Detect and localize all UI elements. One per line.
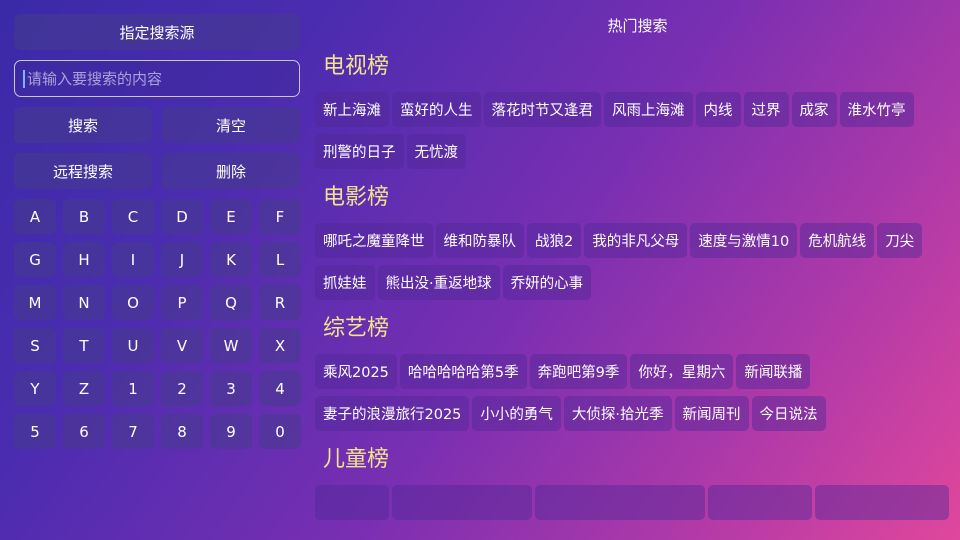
key-w[interactable]: W — [210, 328, 252, 363]
hot-search-tag[interactable]: 我的非凡父母 — [584, 223, 688, 258]
hot-search-panel: 热门搜索 电视榜新上海滩 蛮好的人生 落花时节又逢君 风雨上海滩 内线 过界 成家 淮水竹亭刑… — [315, 14, 960, 520]
hot-search-tag[interactable]: 新闻联播 — [736, 354, 811, 389]
specify-source-button[interactable]: 指定搜索源 — [14, 14, 300, 50]
hot-search-tag[interactable]: 乘风2025 — [315, 354, 397, 389]
section-title: 儿童榜 — [323, 447, 390, 472]
key-z[interactable]: Z — [63, 371, 105, 406]
section-title: 电视榜 — [323, 54, 390, 79]
hot-search-tag[interactable]: 乔妍的心事 — [502, 265, 592, 300]
hot-search-tag[interactable] — [392, 485, 532, 520]
search-input[interactable] — [27, 69, 287, 88]
key-b[interactable]: B — [63, 199, 105, 234]
remote-search-button[interactable]: 远程搜索 — [14, 153, 152, 189]
key-7[interactable]: 7 — [112, 414, 154, 449]
hot-search-tag[interactable]: 妻子的浪漫旅行2025 — [315, 396, 470, 431]
key-e[interactable]: E — [210, 199, 252, 234]
key-f[interactable]: F — [259, 199, 301, 234]
hot-search-tag[interactable]: 无忧渡 — [406, 134, 466, 169]
ranking-section: 电视榜新上海滩 蛮好的人生 落花时节又逢君 风雨上海滩 内线 过界 成家 淮水竹亭刑警的日子无… — [315, 52, 960, 169]
hot-search-tag[interactable]: 刑警的日子 — [315, 134, 404, 169]
key-g[interactable]: G — [14, 242, 56, 277]
hot-search-tag[interactable]: 蛮好的人生 — [392, 92, 481, 127]
key-5[interactable]: 5 — [14, 414, 56, 449]
key-0[interactable]: 0 — [259, 414, 301, 449]
keyboard-grid: ABCDEF GHIJKL MNOPQR STUVWX YZ1234 567890 — [14, 199, 301, 449]
hot-search-tag[interactable] — [708, 485, 812, 520]
key-k[interactable]: K — [210, 242, 252, 277]
hot-search-tag[interactable]: 内线 — [695, 92, 741, 127]
key-m[interactable]: M — [14, 285, 56, 320]
clear-button[interactable]: 清空 — [162, 107, 300, 143]
tag-list: 乘风2025 哈哈哈哈哈第5季 奔跑吧第9季 你好，星期六 新闻联播妻子的浪漫旅行202… — [315, 354, 955, 431]
hot-search-tag[interactable]: 速度与激情10 — [690, 223, 798, 258]
tag-list: 哪吒之魔童降世 维和防暴队 战狼2 我的非凡父母 速度与激情10 危机航线 刀尖抓娃娃 熊出没… — [315, 223, 955, 300]
hot-search-tag[interactable]: 过界 — [743, 92, 789, 127]
search-field[interactable] — [14, 60, 300, 97]
hot-search-tag[interactable]: 奔跑吧第9季 — [529, 354, 628, 389]
key-x[interactable]: X — [259, 328, 301, 363]
key-l[interactable]: L — [259, 242, 301, 277]
key-v[interactable]: V — [161, 328, 203, 363]
key-t[interactable]: T — [63, 328, 105, 363]
left-panel: 指定搜索源 搜索 清空 远程搜索 删除 ABCDEF GHIJKL MNOPQR ST… — [14, 14, 301, 449]
search-button[interactable]: 搜索 — [14, 107, 152, 143]
hot-search-tag[interactable]: 哈哈哈哈哈第5季 — [399, 354, 527, 389]
ranking-section: 综艺榜乘风2025 哈哈哈哈哈第5季 奔跑吧第9季 你好，星期六 新闻联播妻子的浪漫旅行… — [315, 314, 960, 431]
hot-search-tag[interactable] — [815, 485, 949, 520]
ranking-section: 电影榜哪吒之魔童降世 维和防暴队 战狼2 我的非凡父母 速度与激情10 危机航线 刀尖抓娃娃… — [315, 183, 960, 300]
hot-search-tag[interactable]: 你好，星期六 — [630, 354, 734, 389]
tag-list: 新上海滩 蛮好的人生 落花时节又逢君 风雨上海滩 内线 过界 成家 淮水竹亭刑警的日子 无忧渡 — [315, 92, 955, 169]
hot-search-tag[interactable]: 熊出没·重返地球 — [377, 265, 500, 300]
hot-search-tag[interactable]: 小小的勇气 — [472, 396, 561, 431]
key-r[interactable]: R — [259, 285, 301, 320]
key-a[interactable]: A — [14, 199, 56, 234]
key-8[interactable]: 8 — [161, 414, 203, 449]
key-s[interactable]: S — [14, 328, 56, 363]
tag-list — [315, 485, 955, 520]
key-u[interactable]: U — [112, 328, 154, 363]
key-i[interactable]: I — [112, 242, 154, 277]
key-o[interactable]: O — [112, 285, 154, 320]
key-h[interactable]: H — [63, 242, 105, 277]
hot-search-tag[interactable]: 危机航线 — [800, 223, 875, 258]
key-p[interactable]: P — [161, 285, 203, 320]
key-j[interactable]: J — [161, 242, 203, 277]
key-1[interactable]: 1 — [112, 371, 154, 406]
delete-button[interactable]: 删除 — [162, 153, 300, 189]
hot-search-tag[interactable]: 战狼2 — [527, 223, 582, 258]
hot-search-tag[interactable] — [315, 485, 389, 520]
key-d[interactable]: D — [161, 199, 203, 234]
ranking-section: 儿童榜 — [315, 445, 960, 520]
key-2[interactable]: 2 — [161, 371, 203, 406]
hot-search-tag[interactable]: 风雨上海滩 — [604, 92, 693, 127]
section-title: 综艺榜 — [323, 316, 390, 341]
hot-search-title: 热门搜索 — [607, 17, 668, 35]
hot-search-tag[interactable]: 今日说法 — [751, 396, 826, 431]
hot-search-tag[interactable] — [535, 485, 705, 520]
key-6[interactable]: 6 — [63, 414, 105, 449]
hot-search-tag[interactable]: 维和防暴队 — [435, 223, 524, 258]
hot-search-tag[interactable]: 大侦探·拾光季 — [563, 396, 672, 431]
hot-search-tag[interactable]: 淮水竹亭 — [839, 92, 914, 127]
key-n[interactable]: N — [63, 285, 105, 320]
key-y[interactable]: Y — [14, 371, 56, 406]
text-caret — [23, 69, 25, 88]
hot-search-tag[interactable]: 成家 — [791, 92, 837, 127]
key-q[interactable]: Q — [210, 285, 252, 320]
hot-search-tag[interactable]: 刀尖 — [877, 223, 923, 258]
hot-search-tag[interactable]: 新闻周刊 — [674, 396, 749, 431]
key-9[interactable]: 9 — [210, 414, 252, 449]
key-4[interactable]: 4 — [259, 371, 301, 406]
hot-search-tag[interactable]: 落花时节又逢君 — [483, 92, 601, 127]
hot-search-tag[interactable]: 新上海滩 — [315, 92, 389, 127]
hot-search-tag[interactable]: 抓娃娃 — [315, 265, 375, 300]
section-title: 电影榜 — [323, 185, 390, 210]
key-3[interactable]: 3 — [210, 371, 252, 406]
hot-search-tag[interactable]: 哪吒之魔童降世 — [315, 223, 433, 258]
ranking-sections: 电视榜新上海滩 蛮好的人生 落花时节又逢君 风雨上海滩 内线 过界 成家 淮水竹亭刑警的日子无… — [315, 52, 960, 520]
key-c[interactable]: C — [112, 199, 154, 234]
